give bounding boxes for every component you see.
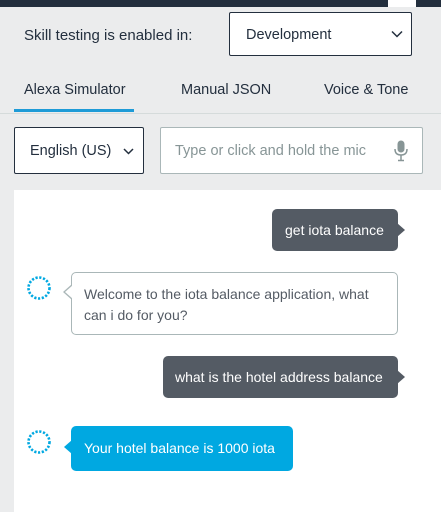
- tab-alexa-simulator[interactable]: Alexa Simulator: [24, 82, 126, 98]
- alexa-ring-icon: [27, 276, 51, 300]
- message-text: get iota balance: [285, 222, 384, 238]
- environment-value: Development: [246, 27, 332, 43]
- message-text: what is the hotel address balance: [175, 369, 383, 385]
- simulator-tabs: Alexa Simulator Manual JSON Voice & Tone: [0, 65, 441, 114]
- tab-manual-json[interactable]: Manual JSON: [181, 82, 271, 98]
- user-message: what is the hotel address balance: [163, 356, 405, 398]
- bubble-pointer: [64, 440, 72, 454]
- environment-select[interactable]: Development: [229, 12, 412, 56]
- bubble-pointer: [397, 223, 405, 237]
- top-bar-gap: [388, 0, 416, 7]
- language-value: English (US): [30, 143, 112, 159]
- input-row: English (US): [0, 127, 441, 175]
- user-message: get iota balance: [272, 209, 405, 251]
- top-bar: [0, 0, 441, 7]
- conversation-area: get iota balance Welcome to the iota bal…: [14, 190, 441, 512]
- environment-label: Skill testing is enabled in:: [24, 27, 193, 44]
- chevron-down-icon: [123, 148, 134, 155]
- alexa-ring-icon: [27, 430, 51, 454]
- chevron-down-icon: [391, 30, 403, 38]
- alexa-message: Your hotel balance is 1000 iota: [64, 426, 293, 471]
- language-select[interactable]: English (US): [14, 127, 144, 174]
- environment-row: Skill testing is enabled in: Development: [0, 7, 441, 65]
- tab-voice-and-tone[interactable]: Voice & Tone: [324, 82, 408, 98]
- simulator-panel: Skill testing is enabled in: Development…: [0, 7, 441, 512]
- microphone-icon[interactable]: [394, 140, 408, 162]
- active-tab-indicator: [14, 109, 134, 112]
- message-text: Your hotel balance is 1000 iota: [84, 440, 275, 456]
- alexa-message: Welcome to the iota balance application,…: [63, 272, 398, 335]
- utterance-input[interactable]: [160, 127, 423, 174]
- bubble-pointer: [397, 370, 405, 384]
- message-text: Welcome to the iota balance application,…: [84, 286, 369, 323]
